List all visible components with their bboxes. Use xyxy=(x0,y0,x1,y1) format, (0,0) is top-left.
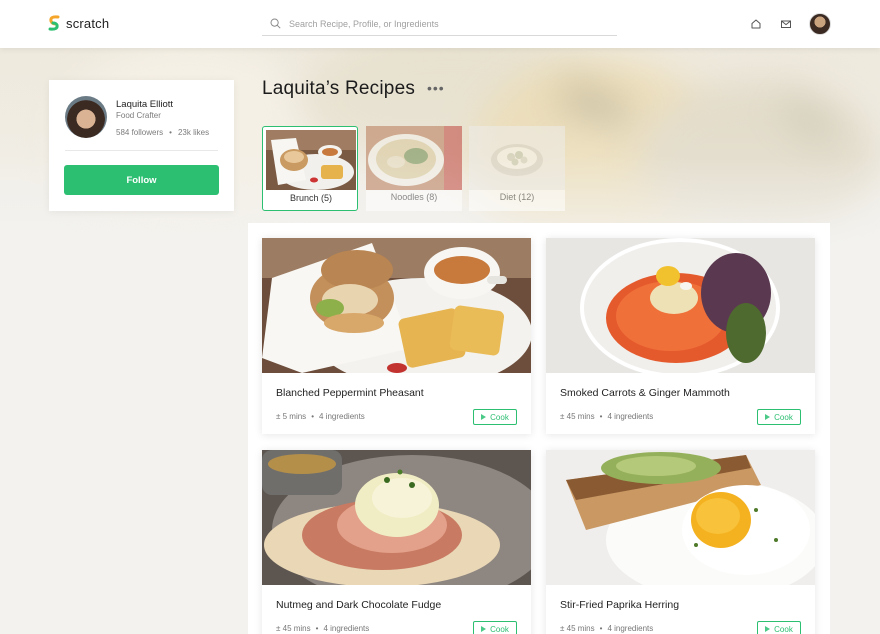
play-icon xyxy=(481,626,487,632)
recipe-image xyxy=(262,450,531,585)
recipe-image xyxy=(262,238,531,373)
recipe-card[interactable]: Nutmeg and Dark Chocolate Fudge ± 45 min… xyxy=(262,450,531,634)
stats-separator: • xyxy=(169,128,172,137)
recipe-meta: ± 45 mins • 4 ingredients xyxy=(560,624,653,633)
user-avatar[interactable] xyxy=(809,13,831,35)
top-nav: scratch xyxy=(0,0,880,48)
recipe-time: ± 45 mins xyxy=(560,624,595,633)
meta-separator: • xyxy=(599,412,603,421)
category-label: Diet (12) xyxy=(499,192,535,202)
recipe-title: Blanched Peppermint Pheasant xyxy=(276,387,424,399)
recipe-time: ± 5 mins xyxy=(276,412,307,421)
recipe-title: Stir-Fried Paprika Herring xyxy=(560,599,680,611)
recipe-ingredients: 4 ingredients xyxy=(607,412,654,421)
recipe-ingredients: 4 ingredients xyxy=(319,412,365,421)
recipe-ingredients: 4 ingredients xyxy=(607,624,654,633)
recipe-image xyxy=(546,450,815,585)
cook-button[interactable]: Cook xyxy=(473,409,517,425)
more-options-icon[interactable]: ••• xyxy=(427,80,445,96)
follow-button[interactable]: Follow xyxy=(64,165,219,195)
meta-separator: • xyxy=(599,624,603,633)
profile-avatar xyxy=(65,96,107,138)
play-icon xyxy=(481,414,487,420)
profile-role: Food Crafter xyxy=(116,111,161,120)
followers-count: 584 followers xyxy=(116,128,164,137)
profile-stats: 584 followers • 23k likes xyxy=(116,128,209,137)
scratch-logo-icon xyxy=(48,15,60,31)
recipe-card[interactable]: Smoked Carrots & Ginger Mammoth ± 45 min… xyxy=(546,238,815,434)
likes-count: 23k likes xyxy=(177,128,210,137)
search-icon xyxy=(270,18,281,29)
category-tab-brunch[interactable]: Brunch (5) xyxy=(262,126,358,211)
recipe-meta: ± 45 mins • 4 ingredients xyxy=(560,412,653,421)
recipe-card[interactable]: Stir-Fried Paprika Herring ± 45 mins • 4… xyxy=(546,450,815,634)
cook-label: Cook xyxy=(774,412,793,422)
category-tab-noodles[interactable]: Noodles (8) xyxy=(366,126,462,211)
recipe-image xyxy=(546,238,815,373)
play-icon xyxy=(765,626,771,632)
cook-label: Cook xyxy=(490,624,509,634)
cook-button[interactable]: Cook xyxy=(473,621,517,634)
category-tab-diet[interactable]: Diet (12) xyxy=(469,126,565,211)
noodles-thumbnail xyxy=(366,126,462,190)
profile-name: Laquita Elliott xyxy=(116,99,174,110)
cook-label: Cook xyxy=(774,624,793,634)
brand-name: scratch xyxy=(66,15,110,31)
recipe-meta: ± 45 mins • 4 ingredients xyxy=(276,624,369,633)
recipe-ingredients: 4 ingredients xyxy=(323,624,370,633)
home-icon[interactable] xyxy=(749,17,763,31)
recipe-time: ± 45 mins xyxy=(560,412,595,421)
brand[interactable]: scratch xyxy=(48,15,109,31)
cook-button[interactable]: Cook xyxy=(757,409,801,425)
category-label: Noodles (8) xyxy=(390,192,438,202)
cook-label: Cook xyxy=(490,412,509,422)
profile-card: Laquita Elliott Food Crafter 584 followe… xyxy=(49,80,234,211)
mail-icon[interactable] xyxy=(779,17,793,31)
search-bar[interactable] xyxy=(262,12,617,36)
brunch-thumbnail xyxy=(266,130,356,190)
recipe-title: Smoked Carrots & Ginger Mammoth xyxy=(560,387,730,399)
search-input[interactable] xyxy=(289,18,589,29)
diet-thumbnail xyxy=(469,126,565,190)
cook-button[interactable]: Cook xyxy=(757,621,801,634)
recipe-card[interactable]: Blanched Peppermint Pheasant ± 5 mins • … xyxy=(262,238,531,434)
divider xyxy=(65,150,218,151)
recipe-title: Nutmeg and Dark Chocolate Fudge xyxy=(276,599,442,611)
category-label: Brunch (5) xyxy=(289,193,333,203)
recipe-time: ± 45 mins xyxy=(276,624,311,633)
recipe-meta: ± 5 mins • 4 ingredients xyxy=(276,412,365,421)
meta-separator: • xyxy=(311,412,314,421)
page-title: Laquita’s Recipes xyxy=(262,78,416,99)
play-icon xyxy=(765,414,771,420)
meta-separator: • xyxy=(315,624,319,633)
